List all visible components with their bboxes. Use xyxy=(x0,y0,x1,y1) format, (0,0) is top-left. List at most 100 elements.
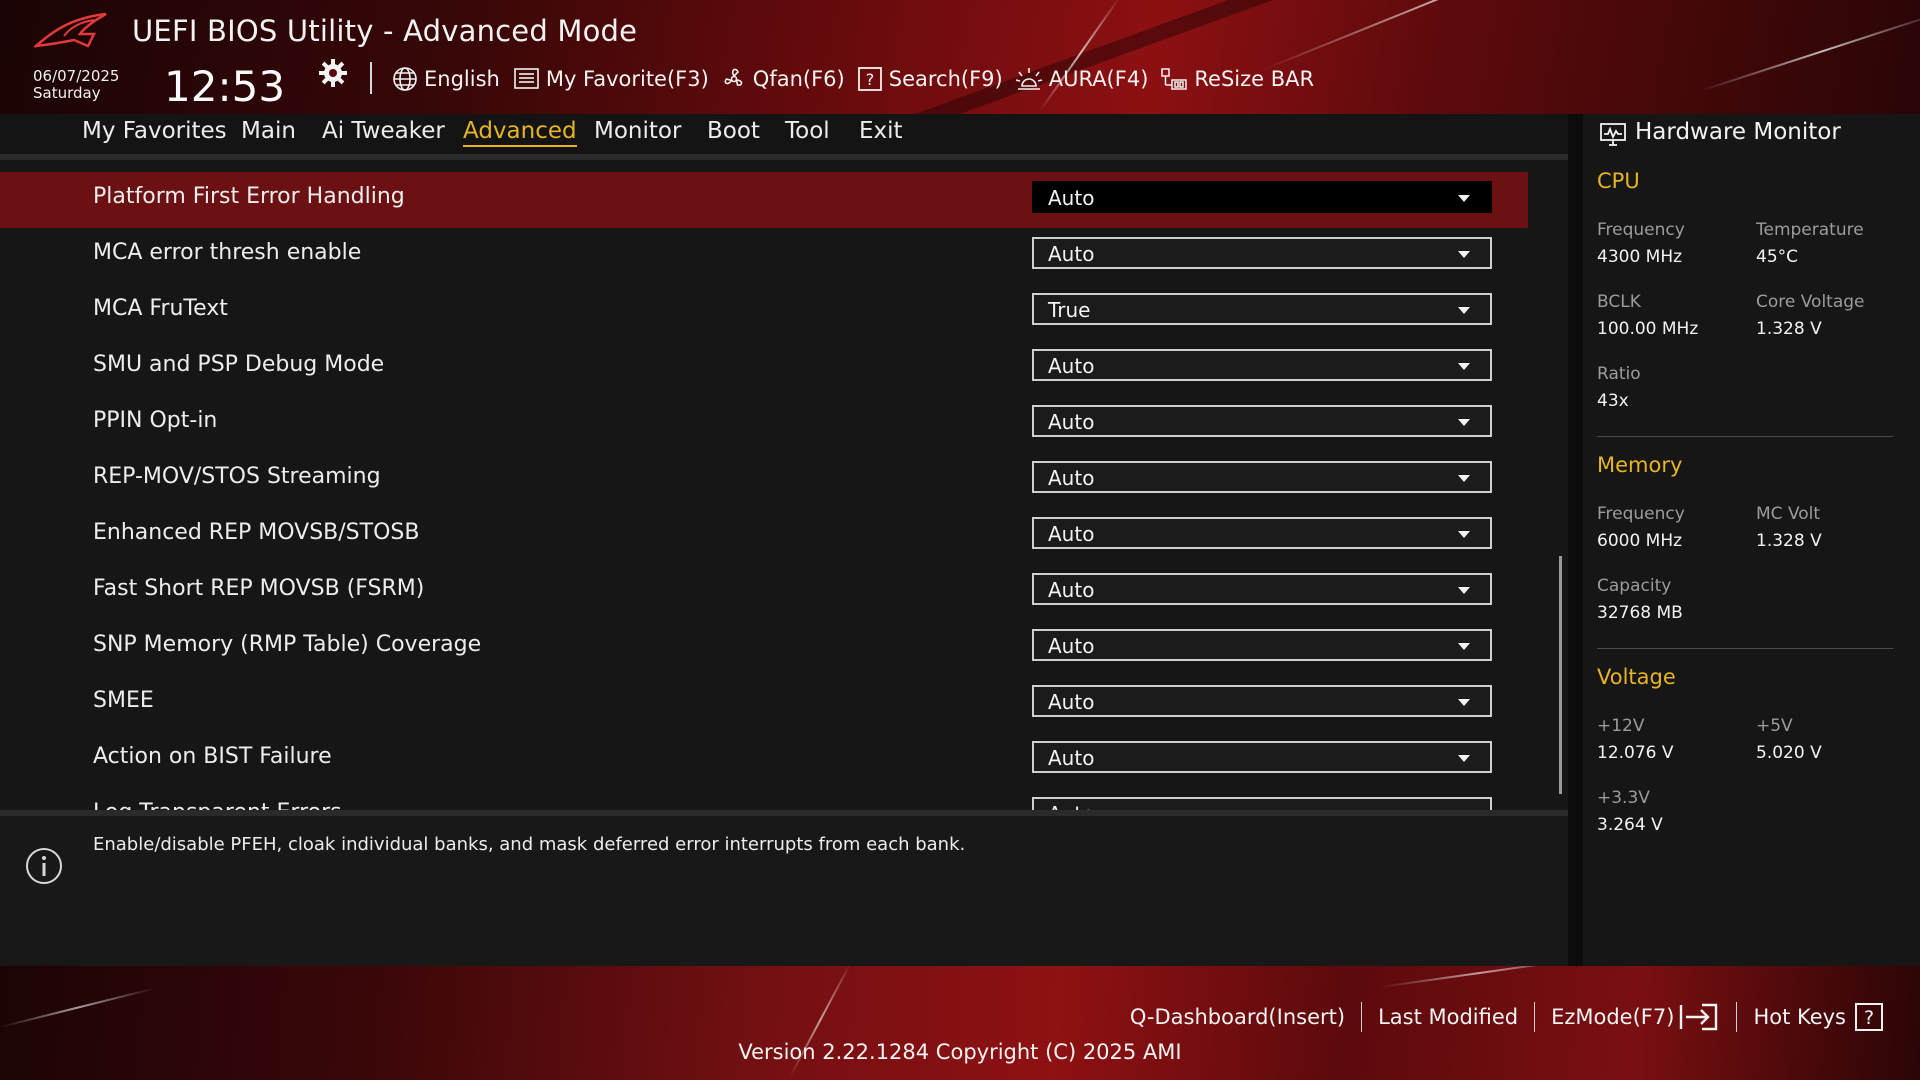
date-text: 06/07/2025 xyxy=(33,67,120,85)
setting-row[interactable]: Log Transparent Errors Auto xyxy=(0,788,1528,810)
help-icon: ? xyxy=(1855,1003,1883,1031)
my-favorite-label: My Favorite(F3) xyxy=(545,67,709,91)
my-favorite-button[interactable]: My Favorite(F3) xyxy=(512,67,709,91)
tab-tool[interactable]: Tool xyxy=(785,118,830,144)
tab-main[interactable]: Main xyxy=(241,118,296,144)
last-modified-button[interactable]: Last Modified xyxy=(1362,1005,1534,1029)
setting-value: Auto xyxy=(1048,242,1095,266)
last-modified-label: Last Modified xyxy=(1378,1005,1519,1029)
tab-monitor[interactable]: Monitor xyxy=(594,118,681,144)
setting-row[interactable]: MCA FruText True xyxy=(0,284,1528,340)
aura-button[interactable]: AURA(F4) xyxy=(1015,66,1148,92)
bclk-value: 100.00 MHz xyxy=(1597,319,1699,339)
setting-dropdown[interactable]: Auto xyxy=(1032,741,1492,773)
tab-ai-tweaker[interactable]: Ai Tweaker xyxy=(322,118,445,144)
decor-streak xyxy=(0,987,156,1028)
caret-down-icon xyxy=(1458,755,1470,762)
core-voltage-label: Core Voltage xyxy=(1756,292,1865,312)
setting-row[interactable]: SNP Memory (RMP Table) Coverage Auto xyxy=(0,620,1528,676)
clock-display: 12:53 xyxy=(164,62,286,111)
tab-boot[interactable]: Boot xyxy=(707,118,760,144)
setting-dropdown[interactable]: Auto xyxy=(1032,573,1492,605)
setting-value: Auto xyxy=(1048,578,1095,602)
caret-down-icon xyxy=(1458,475,1470,482)
setting-label: MCA error thresh enable xyxy=(93,240,362,265)
ezmode-button[interactable]: EzMode(F7) xyxy=(1535,1002,1736,1032)
cpu-frequency-label: Frequency xyxy=(1597,220,1685,240)
setting-dropdown[interactable]: Auto xyxy=(1032,517,1492,549)
setting-dropdown[interactable]: Auto xyxy=(1032,349,1492,381)
ratio-value: 43x xyxy=(1597,391,1629,411)
tab-advanced[interactable]: Advanced xyxy=(463,118,577,147)
memory-frequency-label: Frequency xyxy=(1597,504,1685,524)
help-text: Enable/disable PFEH, cloak individual ba… xyxy=(93,834,966,855)
info-icon xyxy=(26,848,62,884)
search-button[interactable]: ? Search(F9) xyxy=(857,66,1003,92)
setting-dropdown[interactable]: Auto xyxy=(1032,797,1492,810)
setting-row[interactable]: Platform First Error Handling Auto xyxy=(0,172,1528,228)
setting-dropdown[interactable]: Auto xyxy=(1032,405,1492,437)
setting-row[interactable]: PPIN Opt-in Auto xyxy=(0,396,1528,452)
settings-scrollbar[interactable] xyxy=(1559,556,1562,794)
caret-down-icon xyxy=(1458,699,1470,706)
setting-row[interactable]: MCA error thresh enable Auto xyxy=(0,228,1528,284)
day-text: Saturday xyxy=(33,84,101,102)
settings-list: Platform First Error Handling Auto MCA e… xyxy=(0,160,1568,810)
search-label: Search(F9) xyxy=(888,67,1003,91)
setting-dropdown[interactable]: True xyxy=(1032,293,1492,325)
capacity-value: 32768 MB xyxy=(1597,603,1683,623)
setting-row[interactable]: REP-MOV/STOS Streaming Auto xyxy=(0,452,1528,508)
mc-volt-label: MC Volt xyxy=(1756,504,1821,524)
setting-dropdown[interactable]: Auto xyxy=(1032,237,1492,269)
v12-label: +12V xyxy=(1597,716,1645,736)
hot-keys-button[interactable]: Hot Keys ? xyxy=(1737,1002,1900,1032)
caret-down-icon xyxy=(1458,195,1470,202)
search-help-icon: ? xyxy=(857,67,882,91)
ezmode-label: EzMode(F7) xyxy=(1551,1005,1675,1029)
v33-label: +3.3V xyxy=(1597,788,1650,808)
setting-row[interactable]: Action on BIST Failure Auto xyxy=(0,732,1528,788)
memory-heading: Memory xyxy=(1597,453,1683,477)
setting-value: Auto xyxy=(1048,802,1094,810)
decor-streak xyxy=(1699,9,1920,92)
caret-down-icon xyxy=(1458,643,1470,650)
language-button[interactable]: English xyxy=(392,66,500,92)
setting-dropdown[interactable]: Auto xyxy=(1032,685,1492,717)
setting-value: Auto xyxy=(1048,186,1095,210)
q-dashboard-button[interactable]: Q-Dashboard(Insert) xyxy=(1114,1005,1361,1029)
hardware-monitor-panel: Hardware Monitor CPU Frequency 4300 MHz … xyxy=(1583,114,1920,966)
app-title: UEFI BIOS Utility - Advanced Mode xyxy=(132,14,638,48)
setting-row[interactable]: Enhanced REP MOVSB/STOSB Auto xyxy=(0,508,1528,564)
setting-row[interactable]: Fast Short REP MOVSB (FSRM) Auto xyxy=(0,564,1528,620)
cpu-temperature-value: 45°C xyxy=(1756,247,1799,267)
caret-down-icon xyxy=(1458,587,1470,594)
hot-keys-label: Hot Keys xyxy=(1753,1005,1846,1029)
v33-value: 3.264 V xyxy=(1597,815,1663,835)
rog-logo-icon xyxy=(34,12,107,48)
help-panel: Enable/disable PFEH, cloak individual ba… xyxy=(0,810,1568,966)
qfan-button[interactable]: Qfan(F6) xyxy=(721,66,845,92)
caret-down-icon xyxy=(1458,363,1470,370)
header-divider xyxy=(370,62,372,94)
monitor-icon xyxy=(1600,123,1626,146)
gear-icon[interactable] xyxy=(318,58,348,88)
setting-dropdown[interactable]: Auto xyxy=(1032,461,1492,493)
setting-row[interactable]: SMU and PSP Debug Mode Auto xyxy=(0,340,1528,396)
setting-label: REP-MOV/STOS Streaming xyxy=(93,464,381,489)
fan-icon xyxy=(724,68,743,86)
voltage-heading: Voltage xyxy=(1597,665,1676,689)
bottom-footer: Q-Dashboard(Insert) Last Modified EzMode… xyxy=(0,966,1920,1080)
setting-row[interactable]: SMEE Auto xyxy=(0,676,1528,732)
setting-dropdown[interactable]: Auto xyxy=(1032,181,1492,213)
tab-exit[interactable]: Exit xyxy=(859,118,903,144)
setting-label: Action on BIST Failure xyxy=(93,744,332,769)
main-nav: My Favorites Main Ai Tweaker Advanced Mo… xyxy=(0,114,1568,154)
setting-dropdown[interactable]: Auto xyxy=(1032,629,1492,661)
aura-light-icon xyxy=(1015,68,1042,90)
setting-value: Auto xyxy=(1048,410,1095,434)
svg-text:?: ? xyxy=(865,70,874,89)
tab-my-favorites[interactable]: My Favorites xyxy=(82,118,227,144)
setting-label: SMEE xyxy=(93,688,154,713)
setting-value: Auto xyxy=(1048,466,1095,490)
resize-bar-button[interactable]: ReSize BAR xyxy=(1160,67,1314,91)
